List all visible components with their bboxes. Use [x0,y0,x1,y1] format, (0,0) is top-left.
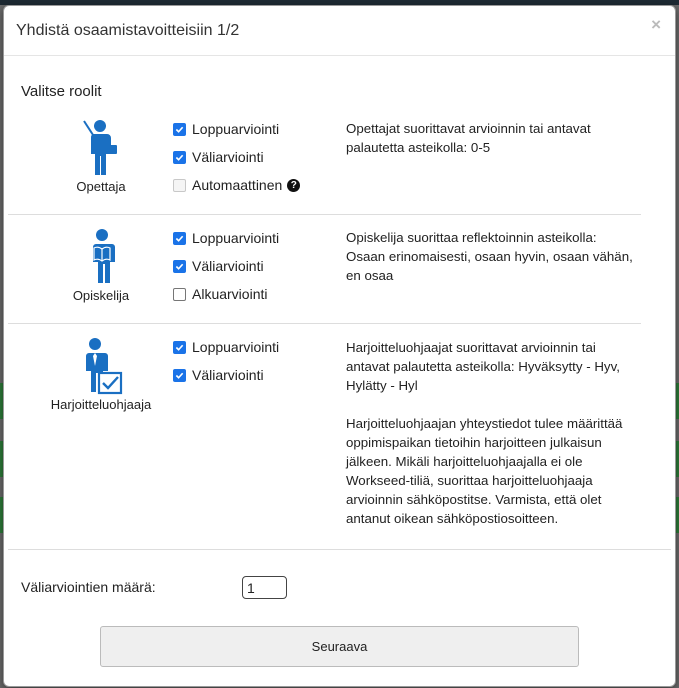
student-final-assessment[interactable]: Loppuarviointi [173,229,279,247]
teacher-interim-assessment[interactable]: Väliarviointi [173,148,264,166]
teacher-automatic-assessment: Automaattinen ? [173,176,301,194]
role-name-teacher: Opettaja [76,179,126,194]
supervisor-interim-assessment[interactable]: Väliarviointi [173,366,264,384]
option-label: Väliarviointi [192,258,264,274]
option-label: Väliarviointi [192,149,264,165]
student-interim-assessment[interactable]: Väliarviointi [173,257,264,275]
teacher-final-assessment[interactable]: Loppuarviointi [173,120,279,138]
student-initial-assessment[interactable]: Alkuarviointi [173,285,267,303]
supervisor-icon [80,337,124,400]
option-label: Loppuarviointi [192,121,280,137]
dialog-header: Yhdistä osaamistavoitteisiin 1/2 × [4,6,675,56]
checkbox-checked[interactable] [173,259,186,273]
checkbox-checked[interactable] [173,231,186,245]
role-name-supervisor: Harjoitteluohjaaja [50,397,152,412]
section-title: Valitse roolit [21,83,102,100]
checkbox-checked[interactable] [173,368,186,382]
interim-count-label: Väliarviointien määrä: [21,579,156,595]
role-selection-dialog: Yhdistä osaamistavoitteisiin 1/2 × Valit… [3,5,676,687]
option-label: Automaattinen [192,177,283,193]
student-description: Opiskelija suorittaa reflektoinnin astei… [346,230,633,283]
checkbox-checked[interactable] [173,122,186,136]
option-label: Loppuarviointi [192,230,280,246]
supervisor-final-assessment[interactable]: Loppuarviointi [173,338,279,356]
supervisor-description: Harjoitteluohjaajat suorittavat arvioinn… [346,340,620,393]
next-button[interactable]: Seuraava [100,626,579,667]
supervisor-contact-info: Harjoitteluohjaajan yhteystiedot tulee m… [346,416,623,526]
checkbox-checked[interactable] [173,340,186,354]
interim-count-input[interactable] [242,576,287,599]
option-label: Loppuarviointi [192,339,280,355]
checkbox-unchecked[interactable] [173,287,186,301]
teacher-description: Opettajat suorittavat arvioinnin tai ant… [346,121,591,155]
divider [8,323,641,324]
question-circle-icon[interactable]: ? [287,178,301,192]
close-button[interactable]: × [651,15,661,35]
divider [8,549,671,550]
checkbox-disabled [173,178,186,192]
option-label: Alkuarviointi [192,286,268,302]
divider [8,214,641,215]
student-icon [88,228,118,289]
teacher-icon [81,119,121,182]
dialog-title: Yhdistä osaamistavoitteisiin 1/2 [16,22,240,39]
role-name-student: Opiskelija [72,288,130,303]
checkbox-checked[interactable] [173,150,186,164]
option-label: Väliarviointi [192,367,264,383]
